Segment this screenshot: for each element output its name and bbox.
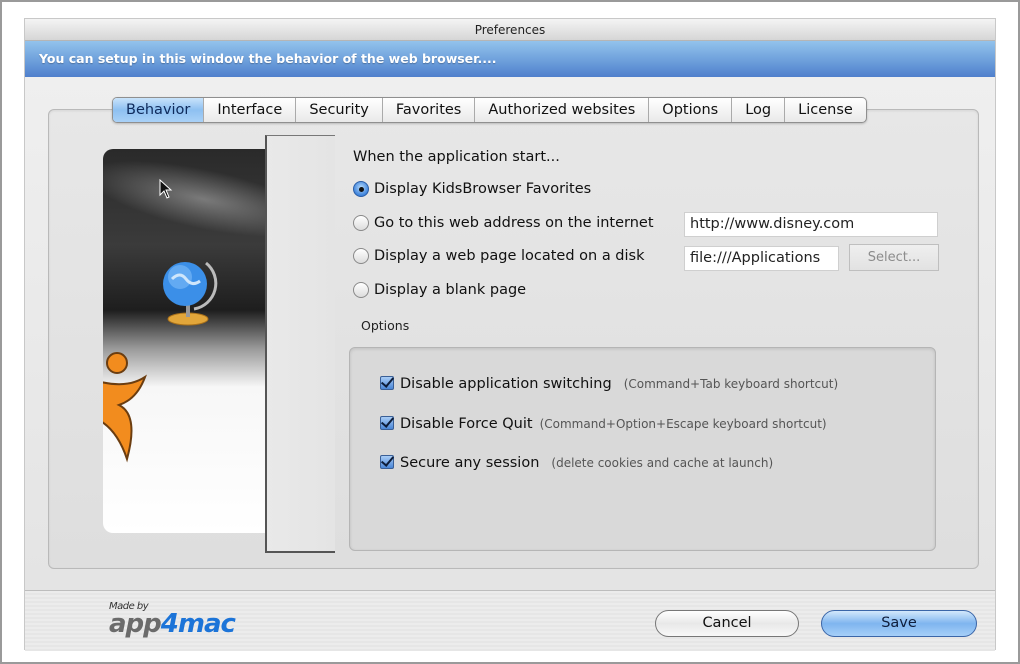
radio-button[interactable]: [353, 248, 369, 264]
radio-option-favorites[interactable]: Display KidsBrowser Favorites: [353, 181, 591, 197]
tab-license[interactable]: License: [785, 98, 866, 122]
kid-figure-logo: [103, 352, 147, 463]
tab-log[interactable]: Log: [732, 98, 786, 122]
checkbox-label: Secure any session: [400, 455, 540, 471]
tab-options[interactable]: Options: [649, 98, 733, 122]
options-group-label: Options: [361, 318, 410, 333]
cancel-button[interactable]: Cancel: [655, 610, 799, 637]
app4mac-logo: Made by app4mac: [109, 601, 236, 639]
checkbox-label: Disable Force Quit: [400, 416, 533, 432]
tab-interface[interactable]: Interface: [204, 98, 297, 122]
logo-wordmark: app4mac: [109, 609, 236, 639]
startup-heading: When the application start...: [353, 149, 560, 165]
option-disable-force-quit[interactable]: Disable Force Quit (Command+Option+Escap…: [380, 414, 827, 432]
info-banner: You can setup in this window the behavio…: [25, 41, 995, 77]
tab-favorites[interactable]: Favorites: [383, 98, 476, 122]
tab-security[interactable]: Security: [296, 98, 383, 122]
tab-bar: Behavior Interface Security Favorites Au…: [112, 97, 867, 123]
checkbox-hint: (delete cookies and cache at launch): [551, 456, 774, 470]
globe-icon: [163, 261, 218, 326]
tab-behavior[interactable]: Behavior: [113, 98, 205, 122]
options-group: Disable application switching (Command+T…: [349, 347, 936, 551]
option-secure-session[interactable]: Secure any session (delete cookies and c…: [380, 453, 773, 471]
checkbox-checked[interactable]: [380, 416, 394, 430]
logo-4mac-text: 4mac: [160, 609, 236, 639]
radio-button[interactable]: [353, 181, 369, 197]
select-file-button[interactable]: Select...: [849, 244, 939, 271]
page-flap-decoration: [265, 135, 335, 553]
radio-option-blank-page[interactable]: Display a blank page: [353, 282, 526, 298]
window-title: Preferences: [25, 19, 995, 41]
radio-button[interactable]: [353, 215, 369, 231]
tab-authorized-websites[interactable]: Authorized websites: [475, 98, 650, 122]
web-address-input[interactable]: http://www.disney.com: [684, 212, 938, 237]
radio-label: Display a web page located on a disk: [374, 248, 645, 264]
content-area: Behavior Interface Security Favorites Au…: [25, 77, 995, 590]
disk-path-input[interactable]: file:///Applications: [684, 246, 839, 271]
checkbox-checked[interactable]: [380, 455, 394, 469]
shine-decoration: [103, 149, 273, 254]
logo-app-text: app: [109, 609, 162, 639]
option-disable-app-switching[interactable]: Disable application switching (Command+T…: [380, 374, 838, 392]
checkbox-checked[interactable]: [380, 376, 394, 390]
mouse-pointer-icon: [159, 179, 173, 199]
radio-label: Display KidsBrowser Favorites: [374, 181, 592, 197]
checkbox-label: Disable application switching: [400, 376, 612, 392]
checkbox-hint: (Command+Option+Escape keyboard shortcut…: [539, 417, 827, 431]
preferences-window: Preferences You can setup in this window…: [24, 18, 996, 651]
checkbox-hint: (Command+Tab keyboard shortcut): [623, 377, 839, 391]
radio-label: Display a blank page: [374, 282, 527, 298]
save-button[interactable]: Save: [821, 610, 977, 637]
radio-button[interactable]: [353, 282, 369, 298]
radio-option-disk-page[interactable]: Display a web page located on a disk: [353, 248, 645, 264]
footer-bar: Made by app4mac Cancel Save: [25, 590, 995, 651]
radio-label: Go to this web address on the internet: [374, 215, 654, 231]
radio-option-web-address[interactable]: Go to this web address on the internet: [353, 215, 654, 231]
side-illustration: [103, 149, 273, 533]
